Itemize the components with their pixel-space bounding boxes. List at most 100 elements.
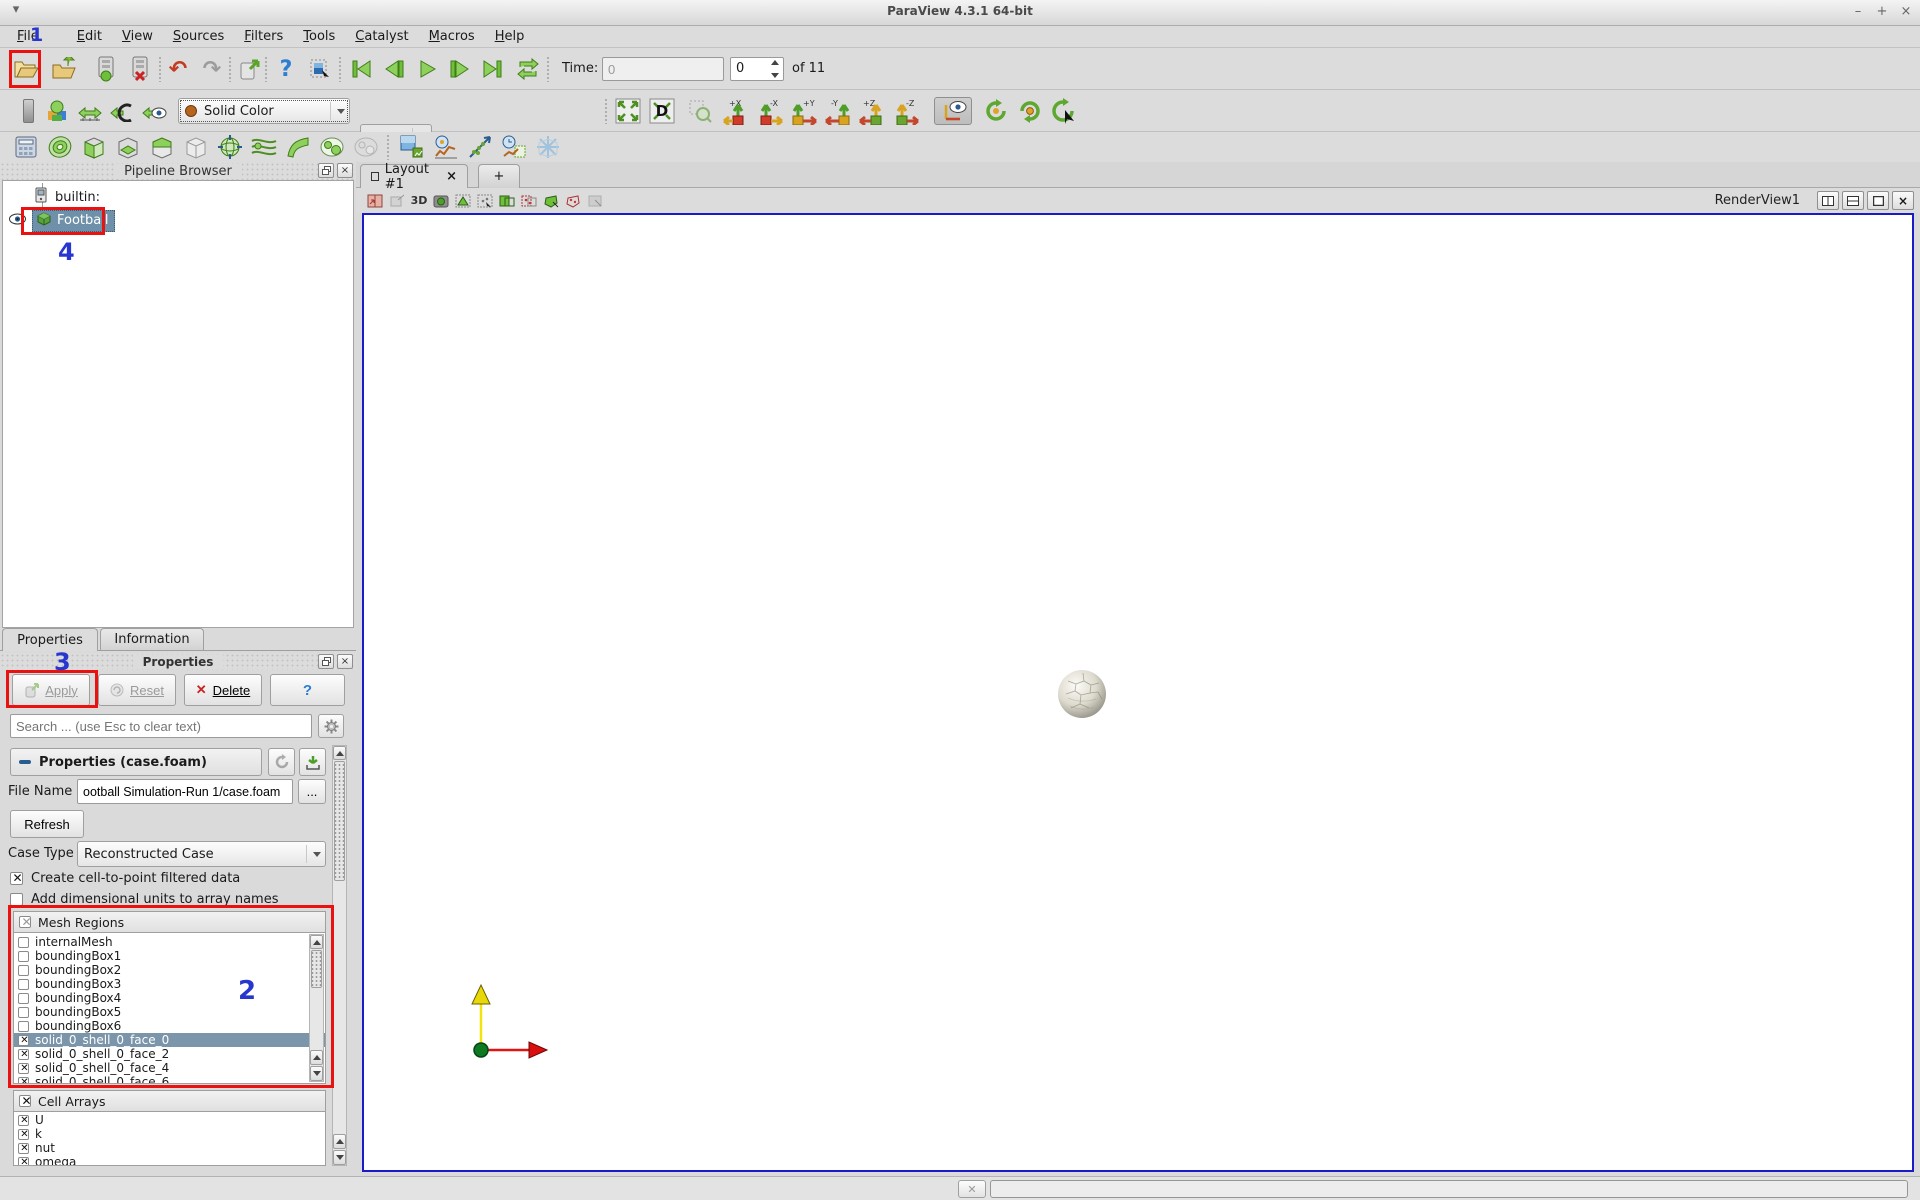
mesh-region-row[interactable]: boundingBox3 xyxy=(14,977,325,991)
apply-button[interactable]: Apply xyxy=(12,674,90,706)
render-view[interactable] xyxy=(362,213,1914,1172)
maximize-button[interactable]: + xyxy=(1872,3,1892,21)
rotate-counterclockwise-icon[interactable] xyxy=(1016,97,1044,125)
pipeline-source-item[interactable]: Football xyxy=(32,210,116,232)
previous-frame-icon[interactable] xyxy=(380,55,408,83)
row-checkbox[interactable] xyxy=(18,1114,30,1126)
row-checkbox[interactable] xyxy=(18,992,29,1004)
row-checkbox[interactable] xyxy=(18,1034,30,1046)
mesh-region-row-selected[interactable]: solid_0_shell_0_face_0 xyxy=(14,1033,325,1047)
rotate-clockwise-icon[interactable] xyxy=(982,97,1010,125)
minimize-button[interactable]: – xyxy=(1848,3,1868,21)
last-frame-icon[interactable] xyxy=(478,55,506,83)
close-button[interactable]: × xyxy=(1896,3,1916,21)
maximize-view-icon[interactable] xyxy=(1867,191,1889,210)
center-axes-visibility-toggle-icon[interactable] xyxy=(934,97,972,125)
reset-button[interactable]: Reset xyxy=(98,674,176,706)
plot-over-line-icon[interactable] xyxy=(398,133,426,161)
pick-center-icon[interactable] xyxy=(1050,97,1078,125)
warp-by-vector-icon[interactable] xyxy=(284,133,312,161)
extract-subset-icon[interactable] xyxy=(182,133,210,161)
row-checkbox[interactable] xyxy=(18,1048,30,1060)
tab-layout-1[interactable]: Layout #1 × xyxy=(360,162,468,192)
tab-properties[interactable]: Properties xyxy=(2,628,98,651)
menu-filters[interactable]: Filters xyxy=(235,28,292,45)
group-datasets-icon[interactable] xyxy=(318,133,346,161)
row-checkbox[interactable] xyxy=(18,950,29,962)
row-checkbox[interactable] xyxy=(18,1020,29,1032)
menu-sources[interactable]: Sources xyxy=(164,28,233,45)
mesh-regions-scrollbar[interactable] xyxy=(309,934,324,1082)
next-frame-icon[interactable] xyxy=(446,55,474,83)
visibility-eye-icon[interactable] xyxy=(9,213,26,229)
dimensional-units-checkbox[interactable] xyxy=(10,893,23,906)
clip-filter-icon[interactable] xyxy=(80,133,108,161)
scroll-down-icon[interactable] xyxy=(310,1066,323,1081)
cell-to-point-checkbox[interactable] xyxy=(10,871,24,885)
view-plus-y-icon[interactable]: +Y xyxy=(790,97,818,125)
cell-array-row[interactable]: nut xyxy=(14,1141,325,1155)
select-points-on-icon[interactable] xyxy=(474,192,496,210)
view-minus-y-icon[interactable]: -Y xyxy=(824,97,852,125)
section-header-case-foam[interactable]: Properties (case.foam) xyxy=(10,748,262,776)
mesh-region-row[interactable]: solid_0_shell_0_face_4 xyxy=(14,1061,325,1075)
cell-array-row[interactable]: omega xyxy=(14,1155,325,1165)
file-name-input[interactable] xyxy=(77,779,293,804)
case-type-combo[interactable]: Reconstructed Case xyxy=(77,841,326,867)
connect-server-icon[interactable] xyxy=(92,55,120,83)
split-horizontal-icon[interactable] xyxy=(1817,191,1839,210)
row-checkbox[interactable] xyxy=(18,964,29,976)
menu-help[interactable]: Help xyxy=(486,28,534,45)
select-cells-on-icon[interactable] xyxy=(452,192,474,210)
glyph-filter-icon[interactable] xyxy=(216,133,244,161)
reset-camera-icon[interactable] xyxy=(614,97,642,125)
row-checkbox[interactable] xyxy=(18,1128,30,1140)
menu-tools[interactable]: Tools xyxy=(294,28,344,45)
cell-arrays-header[interactable]: Cell Arrays xyxy=(13,1090,326,1112)
split-vertical-icon[interactable] xyxy=(1842,191,1864,210)
temporal-interpolator-icon[interactable] xyxy=(534,133,562,161)
scroll-down-icon[interactable] xyxy=(333,1150,346,1165)
properties-panel-scrollbar[interactable] xyxy=(332,745,347,1166)
cell-array-row[interactable]: U xyxy=(14,1113,325,1127)
disconnect-server-icon[interactable] xyxy=(126,55,154,83)
rescale-to-data-range-icon[interactable] xyxy=(76,97,104,125)
new-layout-tab[interactable]: + xyxy=(478,164,520,188)
view-minus-z-icon[interactable]: -Z xyxy=(892,97,920,125)
open-file-icon[interactable] xyxy=(12,55,40,83)
select-cells-through-icon[interactable] xyxy=(496,192,518,210)
mesh-region-row[interactable]: boundingBox2 xyxy=(14,963,325,977)
tab-information[interactable]: Information xyxy=(100,628,204,650)
play-icon[interactable] xyxy=(414,55,442,83)
threshold-filter-icon[interactable] xyxy=(148,133,176,161)
float-dock-icon[interactable] xyxy=(318,163,334,178)
football-mesh[interactable] xyxy=(1056,668,1108,720)
float-dock-icon[interactable] xyxy=(318,654,334,669)
row-checkbox[interactable] xyxy=(18,978,29,990)
close-dock-icon[interactable]: × xyxy=(337,163,353,178)
delete-button[interactable]: ✕ Delete xyxy=(184,674,262,706)
close-view-icon[interactable]: × xyxy=(1892,191,1914,210)
zoom-to-data-icon[interactable]: D xyxy=(648,97,676,125)
row-checkbox[interactable] xyxy=(18,1142,30,1154)
mesh-region-row[interactable]: boundingBox5 xyxy=(14,1005,325,1019)
select-points-through-icon[interactable] xyxy=(518,192,540,210)
rescale-to-visible-range-icon[interactable] xyxy=(140,97,168,125)
cell-arrays-header-checkbox[interactable] xyxy=(19,1094,33,1108)
view-plus-x-icon[interactable]: +X xyxy=(722,97,750,125)
scrollbar-thumb[interactable] xyxy=(311,950,322,988)
view-minus-x-icon[interactable]: -X xyxy=(756,97,784,125)
stream-tracer-icon[interactable] xyxy=(250,133,278,161)
menu-view[interactable]: View xyxy=(113,28,162,45)
save-defaults-icon[interactable] xyxy=(299,748,326,776)
browse-button[interactable]: ... xyxy=(298,779,326,804)
color-by-combo[interactable]: Solid Color xyxy=(178,98,350,124)
toggle-3d-mode[interactable]: 3D xyxy=(408,192,430,210)
row-checkbox[interactable] xyxy=(18,1156,30,1165)
menu-macros[interactable]: Macros xyxy=(420,28,484,45)
calculator-icon[interactable] xyxy=(12,133,40,161)
split-view-icon[interactable] xyxy=(364,192,386,210)
spin-down-icon[interactable] xyxy=(770,73,779,78)
scroll-up-icon[interactable] xyxy=(310,1050,323,1065)
pipeline-server-item[interactable]: builtin: xyxy=(55,190,100,205)
